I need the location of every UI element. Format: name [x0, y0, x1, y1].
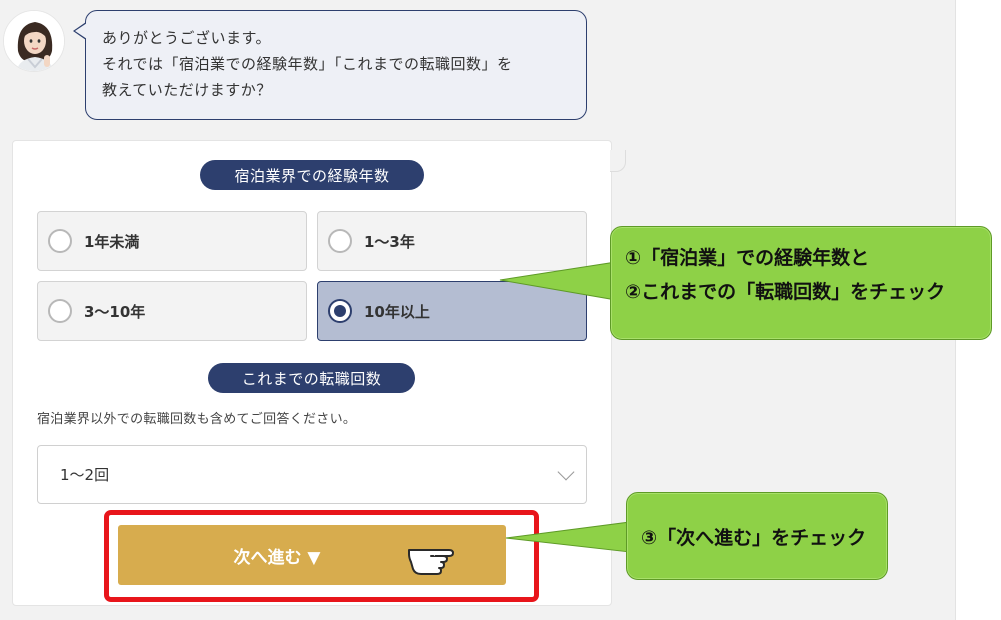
chevron-down-icon [557, 463, 575, 481]
next-button-label: 次へ進む ▼ [233, 547, 321, 568]
radio-icon[interactable] [48, 229, 72, 253]
job-changes-helper-text: 宿泊業界以外での転職回数も含めてご回答ください。 [37, 412, 357, 427]
chat-message-line: それでは「宿泊業での経験年数」「これまでの転職回数」を [102, 55, 513, 73]
experience-option-10-plus-years[interactable]: 10年以上 [317, 281, 587, 341]
card-notch [610, 150, 626, 172]
select-value: 1〜2回 [60, 466, 110, 484]
chat-message-bubble: ありがとうございます。 それでは「宿泊業での経験年数」「これまでの転職回数」を … [85, 10, 587, 120]
option-label: 1〜3年 [364, 232, 415, 251]
annotation-callout-1: ①「宿泊業」での経験年数と ②これまでの「転職回数」をチェック [610, 226, 992, 340]
experience-option-3-10-years[interactable]: 3〜10年 [37, 281, 307, 341]
assistant-avatar-icon [3, 10, 65, 72]
radio-selected-icon[interactable] [328, 299, 352, 323]
job-changes-select[interactable]: 1〜2回 [37, 445, 587, 504]
radio-icon[interactable] [328, 229, 352, 253]
chat-message-line: ありがとうございます。 [102, 29, 272, 47]
radio-icon[interactable] [48, 299, 72, 323]
job-changes-section-title: これまでの転職回数 [208, 363, 415, 393]
option-label: 3〜10年 [84, 302, 146, 321]
experience-section-title: 宿泊業界での経験年数 [200, 160, 424, 190]
bubble-tail-inner [75, 23, 87, 39]
callout-line: ③「次へ進む」をチェック [641, 526, 867, 549]
pointing-hand-icon [408, 549, 454, 575]
callout-line: ①「宿泊業」での経験年数と [625, 247, 870, 269]
option-label: 1年未満 [84, 232, 140, 251]
experience-option-under-1-year[interactable]: 1年未満 [37, 211, 307, 271]
option-label: 10年以上 [364, 302, 430, 321]
annotation-callout-2: ③「次へ進む」をチェック [626, 492, 888, 580]
callout-line: ②これまでの「転職回数」をチェック [625, 281, 946, 303]
experience-option-1-3-years[interactable]: 1〜3年 [317, 211, 587, 271]
chat-message-line: 教えていただけますか？ [102, 81, 272, 99]
